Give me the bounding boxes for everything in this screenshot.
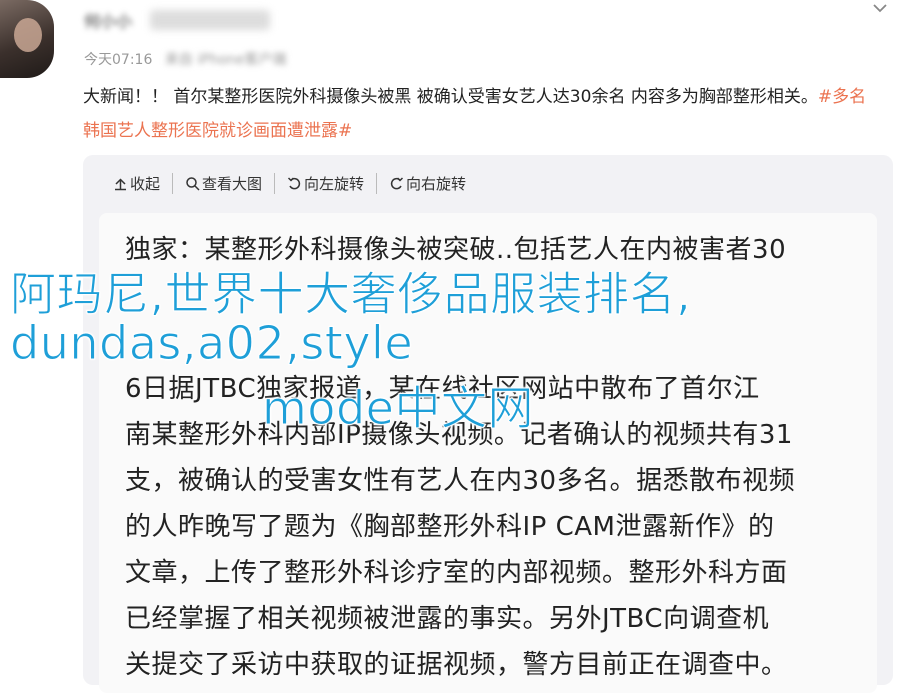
post-source: 来自 iPhone客户端 xyxy=(164,52,287,68)
watermark-line: 阿玛尼,世界十大奢侈品服装排名, xyxy=(9,267,692,322)
rotate-left-label: 向左旋转 xyxy=(304,175,365,193)
rotate-right-icon xyxy=(390,177,404,190)
chevron-down-icon[interactable] xyxy=(872,2,888,14)
avatar-face xyxy=(14,18,42,52)
watermark-line: mode中文网 xyxy=(262,381,534,436)
post-meta: 今天07:16 来自 iPhone客户端 xyxy=(84,49,287,69)
view-large-button[interactable]: 查看大图 xyxy=(172,173,274,194)
rotate-right-label: 向右旋转 xyxy=(406,175,467,193)
article-line: 支，被确认的受害女性有艺人在内30多名。据悉散布视频 xyxy=(125,466,796,496)
article-line: 文章，上传了整形外科诊疗室的内部视频。整形外科方面 xyxy=(125,558,788,588)
article-line: 的人昨晚写了题为《胸部整形外科IP CAM泄露新作》的 xyxy=(125,512,775,542)
article-line: 已经掌握了相关视频被泄露的事实。另外JTBC向调查机 xyxy=(125,604,770,634)
watermark-line: dundas,a02,style xyxy=(9,316,414,371)
username-redaction xyxy=(150,10,270,30)
post-body: 大新闻！！ 首尔某整形医院外科摄像头被黑 被确认受害女艺人达30余名 内容多为胸… xyxy=(83,87,818,107)
collapse-label: 收起 xyxy=(130,175,161,193)
post-text: 大新闻！！ 首尔某整形医院外科摄像头被黑 被确认受害女艺人达30余名 内容多为胸… xyxy=(83,80,883,148)
view-large-label: 查看大图 xyxy=(202,175,263,193)
rotate-left-button[interactable]: 向左旋转 xyxy=(274,173,376,194)
rotate-right-button[interactable]: 向右旋转 xyxy=(376,173,478,194)
collapse-button[interactable]: 收起 xyxy=(113,173,172,194)
image-toolbar: 收起 查看大图 向左旋转 向右旋转 xyxy=(113,173,478,194)
collapse-icon xyxy=(115,178,126,191)
rotate-left-icon xyxy=(288,177,301,190)
article-line: 关提交了采访中获取的证据视频，警方目前正在调查中。 xyxy=(125,650,788,680)
username[interactable]: 何小小 xyxy=(84,8,132,32)
magnifier-icon xyxy=(186,177,200,191)
avatar[interactable] xyxy=(0,0,54,78)
post-time[interactable]: 今天07:16 xyxy=(84,52,152,68)
